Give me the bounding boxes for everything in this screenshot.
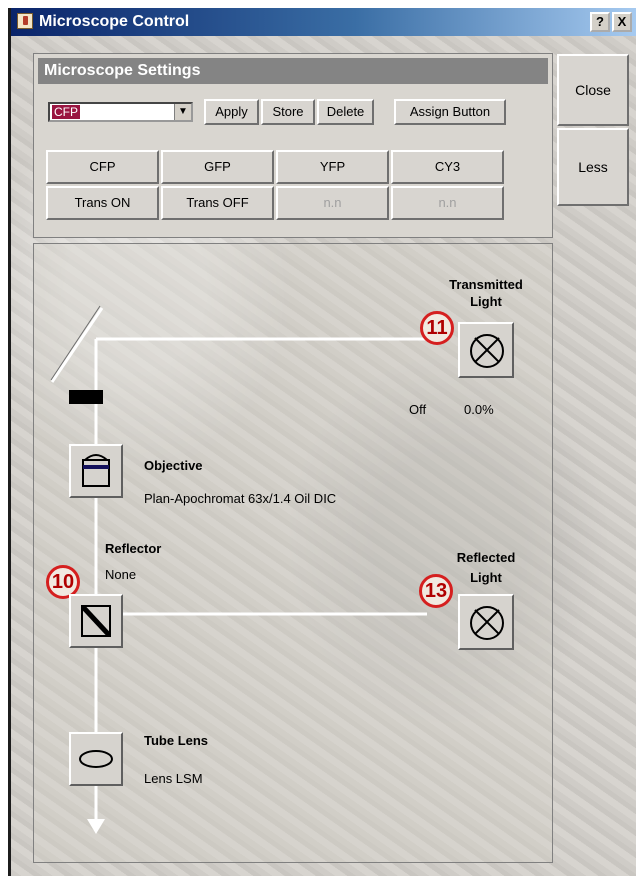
preset-yfp-button[interactable]: YFP [276,150,389,184]
setting-selector[interactable]: CFP ▼ [48,102,193,122]
store-button[interactable]: Store [261,99,315,125]
objective-value: Plan-Apochromat 63x/1.4 Oil DIC [144,491,337,506]
delete-button[interactable]: Delete [317,99,374,125]
blocker-icon [69,390,103,404]
objective-title: Objective [144,458,203,473]
assign-button[interactable]: Assign Button [394,99,506,125]
arrow-down-icon [87,819,105,834]
chevron-down-icon[interactable]: ▼ [174,104,191,120]
objective-icon [82,454,110,487]
settings-header: Microscope Settings [38,58,548,84]
callout-badge-11: 11 [420,311,454,345]
selected-setting-text: CFP [52,105,80,119]
microscope-control-window: Microscope Control ? X Microscope Settin… [8,8,636,876]
microscope-settings-panel: Microscope Settings CFP ▼ Apply Store De… [33,53,553,238]
preset-cfp-button[interactable]: CFP [46,150,159,184]
transmitted-light-percent: 0.0% [464,402,494,417]
light-path-panel: Transmitted Light 11 Off 0.0% Objective … [33,243,553,863]
tube-lens-icon [79,750,113,768]
reflector-button[interactable] [69,594,123,648]
preset-trans-off-button[interactable]: Trans OFF [161,186,274,220]
reflected-light-title-line1: Reflected [456,550,516,565]
apply-button[interactable]: Apply [204,99,259,125]
microscope-app-icon [17,13,33,29]
title-bar[interactable]: Microscope Control ? X [11,8,636,36]
transmitted-light-title-line1: Transmitted [449,277,523,292]
reflector-icon [81,605,111,637]
preset-nn-button-2[interactable]: n.n [391,186,504,220]
window-close-button[interactable]: X [612,12,632,32]
transmitted-light-status: Off [409,402,427,417]
reflector-value: None [105,567,137,582]
transmitted-light-button[interactable] [458,322,514,378]
transmitted-light-title-line2: Light [470,294,502,309]
preset-gfp-button[interactable]: GFP [161,150,274,184]
close-button[interactable]: Close [557,54,629,126]
less-button[interactable]: Less [557,128,629,206]
reflector-title: Reflector [105,541,162,556]
help-button[interactable]: ? [590,12,610,32]
window-title: Microscope Control [39,13,190,30]
preset-trans-on-button[interactable]: Trans ON [46,186,159,220]
callout-badge-13: 13 [419,574,453,608]
objective-button[interactable] [69,444,123,498]
preset-cy3-button[interactable]: CY3 [391,150,504,184]
tube-lens-value: Lens LSM [144,771,203,786]
tube-lens-title: Tube Lens [144,733,209,748]
preset-nn-button-1[interactable]: n.n [276,186,389,220]
reflected-light-button[interactable] [458,594,514,650]
tube-lens-button[interactable] [69,732,123,786]
